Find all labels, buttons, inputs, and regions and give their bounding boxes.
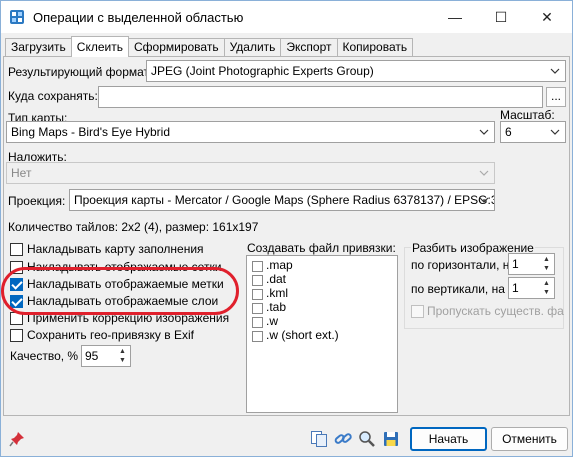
- fill-map-checkbox[interactable]: [10, 243, 23, 256]
- app-icon: [10, 10, 24, 24]
- georef-list[interactable]: .map .dat .kml .tab .w .w (short ext.): [246, 255, 398, 413]
- maximize-icon: ☐: [494, 8, 508, 25]
- result-format-label: Результирующий формат:: [8, 65, 153, 79]
- tab-stitch[interactable]: Склеить: [70, 36, 129, 57]
- start-button[interactable]: Начать: [410, 427, 487, 451]
- quality-label: Качество, %: [10, 349, 79, 363]
- georef-kml-checkbox[interactable]: [252, 289, 263, 300]
- tab-delete[interactable]: Удалить: [223, 38, 282, 57]
- fill-map-label: Накладывать карту заполнения: [27, 242, 204, 256]
- overlay-value: Нет: [11, 166, 32, 180]
- spin-down-icon[interactable]: ▼: [540, 264, 553, 273]
- chevron-down-icon: [476, 190, 492, 210]
- result-format-select[interactable]: JPEG (Joint Photographic Experts Group): [146, 60, 566, 82]
- georef-tab-checkbox[interactable]: [252, 303, 263, 314]
- close-button[interactable]: ✕: [524, 1, 570, 33]
- georef-item: .kml: [266, 286, 288, 300]
- maximize-button[interactable]: ☐: [478, 1, 524, 33]
- split-horizontal-spinner[interactable]: 1 ▲ ▼: [508, 253, 555, 275]
- georef-label: Создавать файл привязки:: [247, 241, 396, 255]
- georef-map-checkbox[interactable]: [252, 261, 263, 272]
- title-bar: Операции с выделенной областью — ☐ ✕: [1, 1, 572, 33]
- split-vertical-label: по вертикали, на: [411, 282, 505, 296]
- georef-item: .dat: [266, 272, 287, 286]
- projection-value: Проекция карты - Mercator / Google Maps …: [74, 193, 495, 207]
- scale-select[interactable]: 6: [500, 121, 566, 143]
- minimize-icon: —: [448, 9, 462, 25]
- scale-value: 6: [505, 125, 512, 139]
- result-format-value: JPEG (Joint Photographic Experts Group): [151, 64, 374, 78]
- close-icon: ✕: [541, 8, 553, 25]
- skip-existing-checkbox[interactable]: [411, 305, 424, 318]
- chevron-down-icon: [476, 122, 492, 142]
- exif-label: Сохранить гео-привязку в Exif: [27, 328, 194, 342]
- tab-export[interactable]: Экспорт: [280, 38, 338, 57]
- save-path-input[interactable]: [98, 86, 543, 108]
- projection-label: Проекция:: [8, 194, 66, 208]
- georef-dat-checkbox[interactable]: [252, 275, 263, 286]
- tab-load[interactable]: Загрузить: [5, 38, 72, 57]
- georef-item: .w: [266, 314, 278, 328]
- georef-item: .map: [266, 258, 293, 272]
- chevron-down-icon: [547, 122, 563, 142]
- quality-value: 95: [85, 349, 99, 363]
- georef-item: .tab: [266, 300, 287, 314]
- dialog-window: Операции с выделенной областью — ☐ ✕ Заг…: [0, 0, 573, 457]
- zoom-icon[interactable]: [358, 430, 376, 448]
- quality-spinner[interactable]: 95 ▲ ▼: [81, 345, 131, 367]
- georef-w-short-checkbox[interactable]: [252, 331, 263, 342]
- link-icon[interactable]: [334, 430, 352, 448]
- projection-select[interactable]: Проекция карты - Mercator / Google Maps …: [69, 189, 495, 211]
- browse-button[interactable]: ...: [546, 87, 566, 107]
- split-vertical-spinner[interactable]: 1 ▲ ▼: [508, 277, 555, 299]
- map-type-value: Bing Maps - Bird's Eye Hybrid: [11, 125, 171, 139]
- save-to-label: Куда сохранять:: [8, 89, 98, 103]
- tab-copy[interactable]: Копировать: [336, 38, 414, 57]
- chevron-down-icon: [547, 61, 563, 81]
- cancel-button[interactable]: Отменить: [491, 427, 568, 451]
- overlay-select[interactable]: Нет: [6, 162, 495, 184]
- spin-down-icon[interactable]: ▼: [540, 288, 553, 297]
- save-icon[interactable]: [382, 430, 400, 448]
- window-title: Операции с выделенной областью: [33, 10, 244, 25]
- tab-strip: Загрузить Склеить Сформировать Удалить Э…: [5, 36, 414, 57]
- highlight-ellipse: [1, 267, 239, 315]
- split-horizontal-value: 1: [512, 257, 519, 271]
- scale-label: Масштаб:: [500, 108, 555, 122]
- georef-item: .w (short ext.): [266, 328, 339, 342]
- pin-icon[interactable]: [8, 430, 26, 448]
- copy-icon[interactable]: [310, 430, 328, 448]
- split-vertical-value: 1: [512, 281, 519, 295]
- spin-down-icon[interactable]: ▼: [116, 356, 129, 365]
- split-horizontal-label: по горизонтали, на: [411, 258, 517, 272]
- tab-generate[interactable]: Сформировать: [127, 38, 225, 57]
- exif-checkbox[interactable]: [10, 329, 23, 342]
- georef-w-checkbox[interactable]: [252, 317, 263, 328]
- map-type-select[interactable]: Bing Maps - Bird's Eye Hybrid: [6, 121, 495, 143]
- skip-existing-label: Пропускать существ. файл: [427, 304, 564, 318]
- chevron-down-icon: [476, 163, 492, 183]
- minimize-button[interactable]: —: [432, 1, 478, 33]
- tiles-info: Количество тайлов: 2x2 (4), размер: 161x…: [8, 220, 259, 234]
